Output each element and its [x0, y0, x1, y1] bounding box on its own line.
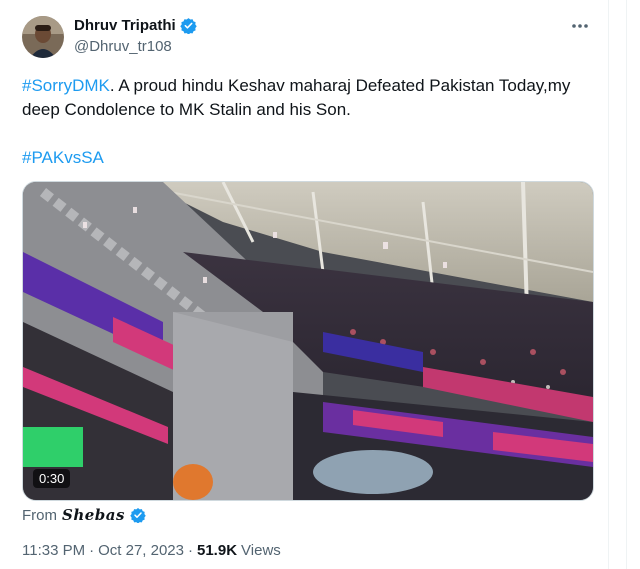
- tweet-card: Dhruv Tripathi @Dhruv_tr108 #SorryDMK. A…: [0, 0, 609, 569]
- hashtag-link[interactable]: #SorryDMK: [22, 76, 110, 95]
- meta-separator: ·: [188, 542, 193, 559]
- video-player[interactable]: 0:30: [22, 181, 594, 501]
- hashtag-link[interactable]: #PAKvsSA: [22, 148, 104, 167]
- hashtag-line: #PAKvsSA: [22, 146, 104, 170]
- verified-badge-icon: [130, 507, 146, 523]
- views-label: Views: [241, 542, 281, 559]
- tweet-meta: 11:33 PM · Oct 27, 2023 · 51.9K Views: [22, 542, 281, 559]
- author-display-name[interactable]: Dhruv Tripathi: [74, 17, 176, 34]
- author-handle[interactable]: @Dhruv_tr108: [74, 38, 172, 55]
- verified-badge-icon: [179, 17, 197, 34]
- more-dots-icon: [572, 24, 588, 28]
- author-name-row: Dhruv Tripathi: [74, 17, 197, 34]
- avatar[interactable]: [22, 16, 64, 58]
- tweet-text: #SorryDMK. A proud hindu Keshav maharaj …: [22, 74, 602, 122]
- tweet-date[interactable]: Oct 27, 2023: [98, 542, 184, 559]
- side-panel-edge: [626, 0, 640, 569]
- video-source-label: From: [22, 506, 57, 524]
- video-duration-badge: 0:30: [33, 469, 71, 488]
- views-count: 51.9K: [197, 542, 238, 559]
- tweet-time[interactable]: 11:33 PM: [22, 542, 85, 559]
- video-source-name[interactable]: Shebas: [62, 506, 125, 524]
- meta-separator: ·: [89, 542, 95, 559]
- stadium-video-frame: [23, 182, 593, 500]
- more-options-button[interactable]: [568, 16, 592, 36]
- video-source-row: From Shebas: [22, 506, 146, 524]
